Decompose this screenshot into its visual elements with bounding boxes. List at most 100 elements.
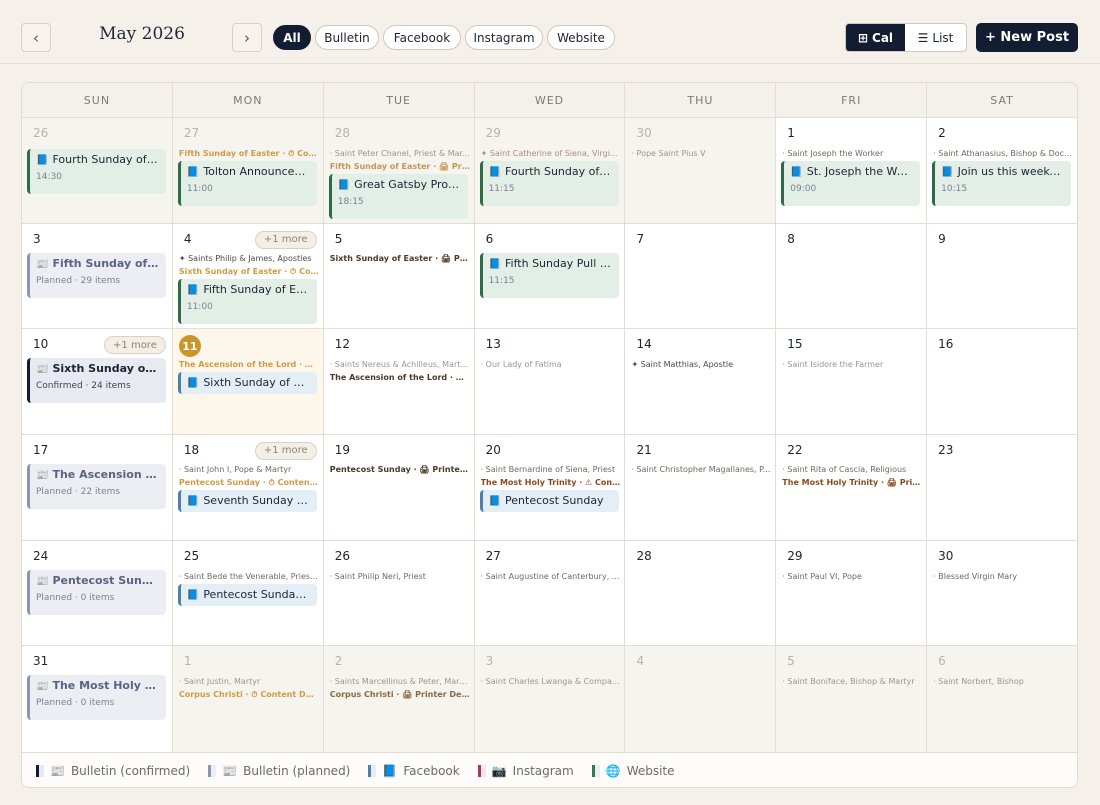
facebook-icon: 📘 [488,167,502,178]
day-cell[interactable]: 8 [776,223,928,329]
day-cell[interactable]: 4 +1 more ✦ Saints Philip & James, Apost… [172,223,324,329]
day-cell[interactable]: 20 · Saint Bernardine of Siena, Priest T… [474,434,626,540]
day-cell[interactable]: 12 · Saints Nereus & Achilleus, Mart... … [323,329,475,434]
day-cell[interactable]: 13 · Our Lady of Fatima [474,329,626,434]
day-cell-today[interactable]: 11 The Ascension of the Lord · ⏱ ... 📘 Si… [172,329,324,434]
day-number: 18 [183,442,200,457]
facebook-post[interactable]: 📘 Sixth Sunday of Ea... [177,372,317,395]
day-cell[interactable]: 2 · Saint Athanasius, Bishop & Doc... 📘 J… [927,118,1077,223]
bulletin-status: Planned · 29 items [36,275,121,286]
facebook-post[interactable]: 📘 Tolton Announcem... 11:00 [177,161,317,206]
day-cell[interactable]: 26 📘 Fourth Sunday of E... 14:30 [22,118,173,223]
post-time: 11:00 [186,301,213,312]
saint-label: · Saint John I, Pope & Martyr [178,464,292,474]
facebook-icon: 📘 [790,167,803,178]
day-cell[interactable]: 4 [625,646,777,752]
next-month-button[interactable]: › [232,23,262,52]
weekday-label: SUN [22,83,173,117]
day-number: 26 [334,548,350,563]
day-cell[interactable]: 5 Sixth Sunday of Easter · 🖨 Print... [323,223,475,329]
day-cell[interactable]: 3 · Saint Charles Lwanga & Compa... [474,646,626,752]
day-cell[interactable]: 28 [625,540,777,646]
day-cell[interactable]: 31 📰The Most Holy Trin... Planned · 0 it… [22,646,173,752]
facebook-post[interactable]: 📘 Great Gatsby Prom... 18:15 [328,174,468,219]
today-day-number: 11 [178,335,201,358]
more-events-button[interactable]: +1 more [254,441,317,460]
more-events-button[interactable]: +1 more [254,230,317,249]
facebook-post[interactable]: 📘 Pentecost Sunday ... [177,583,317,606]
day-number: 24 [33,548,49,563]
bulletin-confirmed[interactable]: 📰Sixth Sunday of Ea... Confirmed · 24 it… [27,358,166,404]
day-cell[interactable]: 6 📘 Fifth Sunday Pull Q... 11:15 [474,223,626,329]
facebook-post[interactable]: 📘 Fifth Sunday of Eas... 11:00 [177,278,317,324]
bulletin-title: Fifth Sunday of Ea... [52,256,160,270]
new-post-button[interactable]: + New Post [976,23,1078,52]
filter-bulletin[interactable]: Bulletin [315,25,379,50]
bulletin-title: Pentecost Sunday [52,573,160,587]
view-list-button[interactable]: ☰ List [905,24,966,51]
view-calendar-button[interactable]: ⊞ Cal [846,24,906,51]
day-number: 8 [787,231,795,246]
bulletin-planned[interactable]: 📰The Most Holy Trin... Planned · 0 items [27,675,166,721]
facebook-post[interactable]: 📘 Fourth Sunday of E... 14:30 [27,149,166,194]
weekday-label: WED [475,83,626,117]
feast-label: Sixth Sunday of Easter · 🖨 Print... [329,253,470,263]
day-cell[interactable]: 18 +1 more · Saint John I, Pope & Martyr… [172,434,324,540]
day-cell[interactable]: 29 ✦ Saint Catherine of Siena, Virgi... … [474,118,626,223]
facebook-icon: 📘 [186,284,200,296]
legend-item: 📰 Bulletin (planned) [208,764,350,778]
day-cell[interactable]: 22 · Saint Rita of Cascia, Religious The… [776,434,928,540]
facebook-post[interactable]: 📘 Seventh Sunday of ... [177,489,317,512]
day-cell[interactable]: 14 ✦ Saint Matthias, Apostle [625,329,777,434]
facebook-post[interactable]: 📘 Pentecost Sunday [479,489,619,512]
day-cell[interactable]: 10 +1 more 📰Sixth Sunday of Ea... Confir… [22,329,173,434]
filter-all[interactable]: All [273,25,311,50]
legend-item: 📷 Instagram [477,764,574,778]
day-number: 14 [636,337,652,352]
day-cell[interactable]: 23 [927,434,1077,540]
bulletin-planned[interactable]: 📰The Ascension of t... Planned · 22 item… [27,463,166,509]
day-cell[interactable]: 15 · Saint Isidore the Farmer [776,329,928,434]
facebook-post[interactable]: 📘 Fifth Sunday Pull Q... 11:15 [479,252,619,298]
day-cell[interactable]: 17 📰The Ascension of t... Planned · 22 i… [22,434,173,540]
day-cell[interactable]: 24 📰 Pentecost Sunday Planned · 0 items [22,540,173,646]
day-number: 22 [787,442,803,457]
prev-month-button[interactable]: ‹ [21,23,51,52]
day-cell[interactable]: 27 Fifth Sunday of Easter · ⏱ Cont... 📘 T… [172,118,324,223]
day-cell[interactable]: 3 📰Fifth Sunday of Ea... Planned · 29 it… [22,223,173,329]
day-cell[interactable]: 2 · Saints Marcellinus & Peter, Mart... … [323,646,475,752]
bulletin-status: Planned · 22 items [36,486,121,497]
day-cell[interactable]: 1 · Saint Justin, Martyr Corpus Christi … [172,646,324,752]
filter-facebook[interactable]: Facebook [383,25,461,50]
facebook-post[interactable]: 📘 Fourth Sunday of E... 11:15 [479,161,619,206]
saint-label: · Saint Isidore the Farmer [782,360,884,370]
day-cell[interactable]: 9 [927,223,1077,329]
bulletin-planned[interactable]: 📰 Pentecost Sunday Planned · 0 items [27,569,166,615]
facebook-icon: 📘 [488,258,502,270]
day-cell[interactable]: 1 · Saint Joseph the Worker 📘 St. Joseph … [776,118,928,223]
day-cell[interactable]: 30 · Blessed Virgin Mary [927,540,1077,646]
day-cell[interactable]: 30 · Pope Saint Pius V [625,118,777,223]
day-cell[interactable]: 16 [927,329,1077,434]
post-time: 09:00 [790,184,817,194]
weekday-header: SUN MON TUE WED THU FRI SAT [22,83,1077,118]
day-cell[interactable]: 6 · Saint Norbert, Bishop [927,646,1077,752]
calendar-week: 24 📰 Pentecost Sunday Planned · 0 items 2… [22,540,1077,647]
day-cell[interactable]: 25 · Saint Bede the Venerable, Pries... … [172,540,324,646]
day-cell[interactable]: 27 · Saint Augustine of Canterbury, ... [474,540,626,646]
more-events-button[interactable]: +1 more [104,336,166,355]
day-cell[interactable]: 26 · Saint Philip Neri, Priest [323,540,475,646]
facebook-post[interactable]: 📘 Join us this weeke... 10:15 [932,161,1072,206]
filter-website[interactable]: Website [547,25,615,50]
filter-instagram[interactable]: Instagram [465,25,543,50]
day-cell[interactable]: 28 · Saint Peter Chanel, Priest & Mar...… [323,118,475,223]
bulletin-planned[interactable]: 📰Fifth Sunday of Ea... Planned · 29 item… [27,252,166,298]
day-cell[interactable]: 29 · Saint Paul VI, Pope [776,540,928,646]
day-cell[interactable]: 19 Pentecost Sunday · 🖨 Printer D... [323,434,475,540]
day-cell[interactable]: 7 [625,223,777,329]
day-cell[interactable]: 21 · Saint Christopher Magallanes, P... [625,434,777,540]
post-title: Fourth Sunday of E... [505,165,613,178]
facebook-post[interactable]: 📘 St. Joseph the Wor... 09:00 [781,161,921,206]
day-cell[interactable]: 5 · Saint Boniface, Bishop & Martyr [776,646,928,752]
day-number: 4 [183,231,192,246]
